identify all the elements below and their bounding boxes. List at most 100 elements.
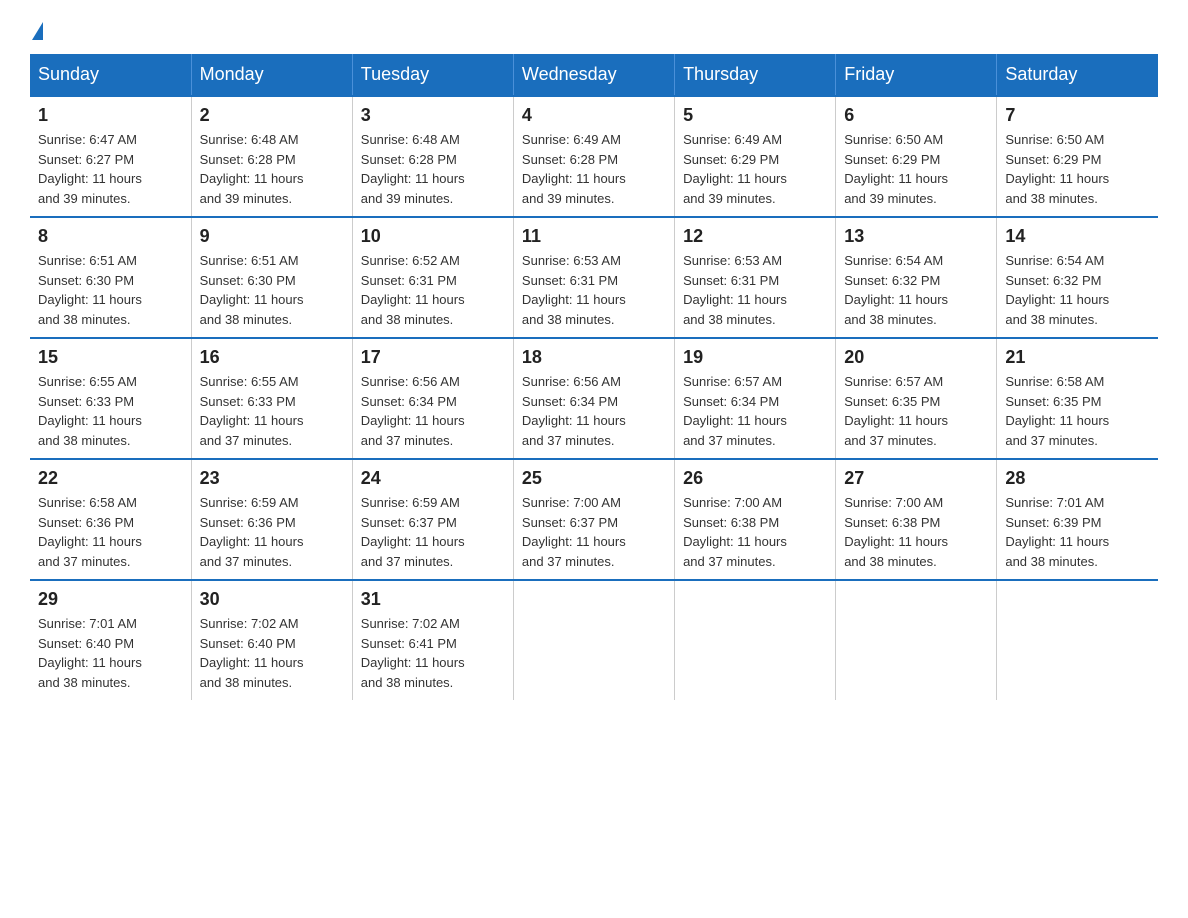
day-number: 23 xyxy=(200,468,344,489)
day-info: Sunrise: 6:48 AMSunset: 6:28 PMDaylight:… xyxy=(361,130,505,208)
day-number: 31 xyxy=(361,589,505,610)
logo-triangle-icon xyxy=(32,22,43,40)
day-number: 30 xyxy=(200,589,344,610)
calendar-cell: 3 Sunrise: 6:48 AMSunset: 6:28 PMDaylight… xyxy=(352,96,513,217)
week-row-4: 22 Sunrise: 6:58 AMSunset: 6:36 PMDayligh… xyxy=(30,459,1158,580)
day-number: 16 xyxy=(200,347,344,368)
day-info: Sunrise: 6:49 AMSunset: 6:28 PMDaylight:… xyxy=(522,130,666,208)
calendar-cell: 9 Sunrise: 6:51 AMSunset: 6:30 PMDaylight… xyxy=(191,217,352,338)
calendar-cell: 28Sunrise: 7:01 AMSunset: 6:39 PMDayligh… xyxy=(997,459,1158,580)
calendar-cell: 1 Sunrise: 6:47 AMSunset: 6:27 PMDaylight… xyxy=(30,96,191,217)
day-number: 22 xyxy=(38,468,183,489)
calendar-cell: 31 Sunrise: 7:02 AMSunset: 6:41 PMDayligh… xyxy=(352,580,513,700)
day-number: 19 xyxy=(683,347,827,368)
day-number: 7 xyxy=(1005,105,1150,126)
day-info: Sunrise: 6:55 AMSunset: 6:33 PMDaylight:… xyxy=(38,372,183,450)
calendar-cell: 7 Sunrise: 6:50 AMSunset: 6:29 PMDaylight… xyxy=(997,96,1158,217)
day-info: Sunrise: 6:56 AMSunset: 6:34 PMDaylight:… xyxy=(361,372,505,450)
calendar-cell xyxy=(675,580,836,700)
day-info: Sunrise: 7:02 AMSunset: 6:41 PMDaylight:… xyxy=(361,614,505,692)
calendar-cell xyxy=(997,580,1158,700)
calendar-cell: 19 Sunrise: 6:57 AMSunset: 6:34 PMDayligh… xyxy=(675,338,836,459)
header-monday: Monday xyxy=(191,54,352,96)
calendar-cell: 15 Sunrise: 6:55 AMSunset: 6:33 PMDayligh… xyxy=(30,338,191,459)
day-info: Sunrise: 6:51 AMSunset: 6:30 PMDaylight:… xyxy=(200,251,344,329)
day-info: Sunrise: 6:58 AMSunset: 6:36 PMDaylight:… xyxy=(38,493,183,571)
day-number: 14 xyxy=(1005,226,1150,247)
calendar-cell: 22 Sunrise: 6:58 AMSunset: 6:36 PMDayligh… xyxy=(30,459,191,580)
day-info: Sunrise: 6:52 AMSunset: 6:31 PMDaylight:… xyxy=(361,251,505,329)
calendar-cell: 24Sunrise: 6:59 AMSunset: 6:37 PMDayligh… xyxy=(352,459,513,580)
day-info: Sunrise: 6:51 AMSunset: 6:30 PMDaylight:… xyxy=(38,251,183,329)
calendar-cell: 17 Sunrise: 6:56 AMSunset: 6:34 PMDayligh… xyxy=(352,338,513,459)
calendar-header-row: SundayMondayTuesdayWednesdayThursdayFrid… xyxy=(30,54,1158,96)
day-info: Sunrise: 6:48 AMSunset: 6:28 PMDaylight:… xyxy=(200,130,344,208)
calendar-cell: 8 Sunrise: 6:51 AMSunset: 6:30 PMDaylight… xyxy=(30,217,191,338)
logo xyxy=(30,20,43,34)
day-info: Sunrise: 6:59 AMSunset: 6:36 PMDaylight:… xyxy=(200,493,344,571)
calendar-cell: 14Sunrise: 6:54 AMSunset: 6:32 PMDayligh… xyxy=(997,217,1158,338)
day-number: 3 xyxy=(361,105,505,126)
page-header xyxy=(30,20,1158,34)
week-row-1: 1 Sunrise: 6:47 AMSunset: 6:27 PMDaylight… xyxy=(30,96,1158,217)
day-number: 18 xyxy=(522,347,666,368)
day-info: Sunrise: 6:59 AMSunset: 6:37 PMDaylight:… xyxy=(361,493,505,571)
day-number: 9 xyxy=(200,226,344,247)
week-row-2: 8 Sunrise: 6:51 AMSunset: 6:30 PMDaylight… xyxy=(30,217,1158,338)
day-info: Sunrise: 6:58 AMSunset: 6:35 PMDaylight:… xyxy=(1005,372,1150,450)
day-number: 1 xyxy=(38,105,183,126)
week-row-3: 15 Sunrise: 6:55 AMSunset: 6:33 PMDayligh… xyxy=(30,338,1158,459)
day-number: 11 xyxy=(522,226,666,247)
calendar-cell: 4 Sunrise: 6:49 AMSunset: 6:28 PMDaylight… xyxy=(513,96,674,217)
header-tuesday: Tuesday xyxy=(352,54,513,96)
day-info: Sunrise: 6:49 AMSunset: 6:29 PMDaylight:… xyxy=(683,130,827,208)
calendar-cell: 16 Sunrise: 6:55 AMSunset: 6:33 PMDayligh… xyxy=(191,338,352,459)
calendar-table: SundayMondayTuesdayWednesdayThursdayFrid… xyxy=(30,54,1158,700)
day-info: Sunrise: 6:57 AMSunset: 6:35 PMDaylight:… xyxy=(844,372,988,450)
calendar-cell xyxy=(513,580,674,700)
calendar-cell: 30 Sunrise: 7:02 AMSunset: 6:40 PMDayligh… xyxy=(191,580,352,700)
calendar-cell: 2Sunrise: 6:48 AMSunset: 6:28 PMDaylight… xyxy=(191,96,352,217)
day-number: 4 xyxy=(522,105,666,126)
day-info: Sunrise: 7:02 AMSunset: 6:40 PMDaylight:… xyxy=(200,614,344,692)
day-info: Sunrise: 6:50 AMSunset: 6:29 PMDaylight:… xyxy=(844,130,988,208)
day-number: 20 xyxy=(844,347,988,368)
header-wednesday: Wednesday xyxy=(513,54,674,96)
day-number: 10 xyxy=(361,226,505,247)
calendar-cell: 27Sunrise: 7:00 AMSunset: 6:38 PMDayligh… xyxy=(836,459,997,580)
calendar-cell: 10 Sunrise: 6:52 AMSunset: 6:31 PMDayligh… xyxy=(352,217,513,338)
day-info: Sunrise: 6:53 AMSunset: 6:31 PMDaylight:… xyxy=(522,251,666,329)
day-info: Sunrise: 7:00 AMSunset: 6:37 PMDaylight:… xyxy=(522,493,666,571)
day-number: 17 xyxy=(361,347,505,368)
day-number: 13 xyxy=(844,226,988,247)
day-number: 28 xyxy=(1005,468,1150,489)
day-number: 8 xyxy=(38,226,183,247)
day-number: 12 xyxy=(683,226,827,247)
day-info: Sunrise: 6:50 AMSunset: 6:29 PMDaylight:… xyxy=(1005,130,1150,208)
header-sunday: Sunday xyxy=(30,54,191,96)
calendar-cell: 11 Sunrise: 6:53 AMSunset: 6:31 PMDayligh… xyxy=(513,217,674,338)
day-info: Sunrise: 6:57 AMSunset: 6:34 PMDaylight:… xyxy=(683,372,827,450)
day-info: Sunrise: 6:55 AMSunset: 6:33 PMDaylight:… xyxy=(200,372,344,450)
day-info: Sunrise: 6:47 AMSunset: 6:27 PMDaylight:… xyxy=(38,130,183,208)
calendar-cell: 21 Sunrise: 6:58 AMSunset: 6:35 PMDayligh… xyxy=(997,338,1158,459)
calendar-cell: 6 Sunrise: 6:50 AMSunset: 6:29 PMDaylight… xyxy=(836,96,997,217)
calendar-cell xyxy=(836,580,997,700)
day-number: 15 xyxy=(38,347,183,368)
calendar-cell: 20 Sunrise: 6:57 AMSunset: 6:35 PMDayligh… xyxy=(836,338,997,459)
header-friday: Friday xyxy=(836,54,997,96)
day-number: 25 xyxy=(522,468,666,489)
week-row-5: 29 Sunrise: 7:01 AMSunset: 6:40 PMDayligh… xyxy=(30,580,1158,700)
calendar-cell: 23 Sunrise: 6:59 AMSunset: 6:36 PMDayligh… xyxy=(191,459,352,580)
calendar-cell: 5Sunrise: 6:49 AMSunset: 6:29 PMDaylight… xyxy=(675,96,836,217)
day-number: 26 xyxy=(683,468,827,489)
day-number: 21 xyxy=(1005,347,1150,368)
calendar-cell: 25 Sunrise: 7:00 AMSunset: 6:37 PMDayligh… xyxy=(513,459,674,580)
day-number: 29 xyxy=(38,589,183,610)
day-info: Sunrise: 6:54 AMSunset: 6:32 PMDaylight:… xyxy=(844,251,988,329)
day-info: Sunrise: 7:01 AMSunset: 6:40 PMDaylight:… xyxy=(38,614,183,692)
day-info: Sunrise: 7:00 AMSunset: 6:38 PMDaylight:… xyxy=(844,493,988,571)
day-number: 6 xyxy=(844,105,988,126)
calendar-cell: 18Sunrise: 6:56 AMSunset: 6:34 PMDayligh… xyxy=(513,338,674,459)
header-thursday: Thursday xyxy=(675,54,836,96)
